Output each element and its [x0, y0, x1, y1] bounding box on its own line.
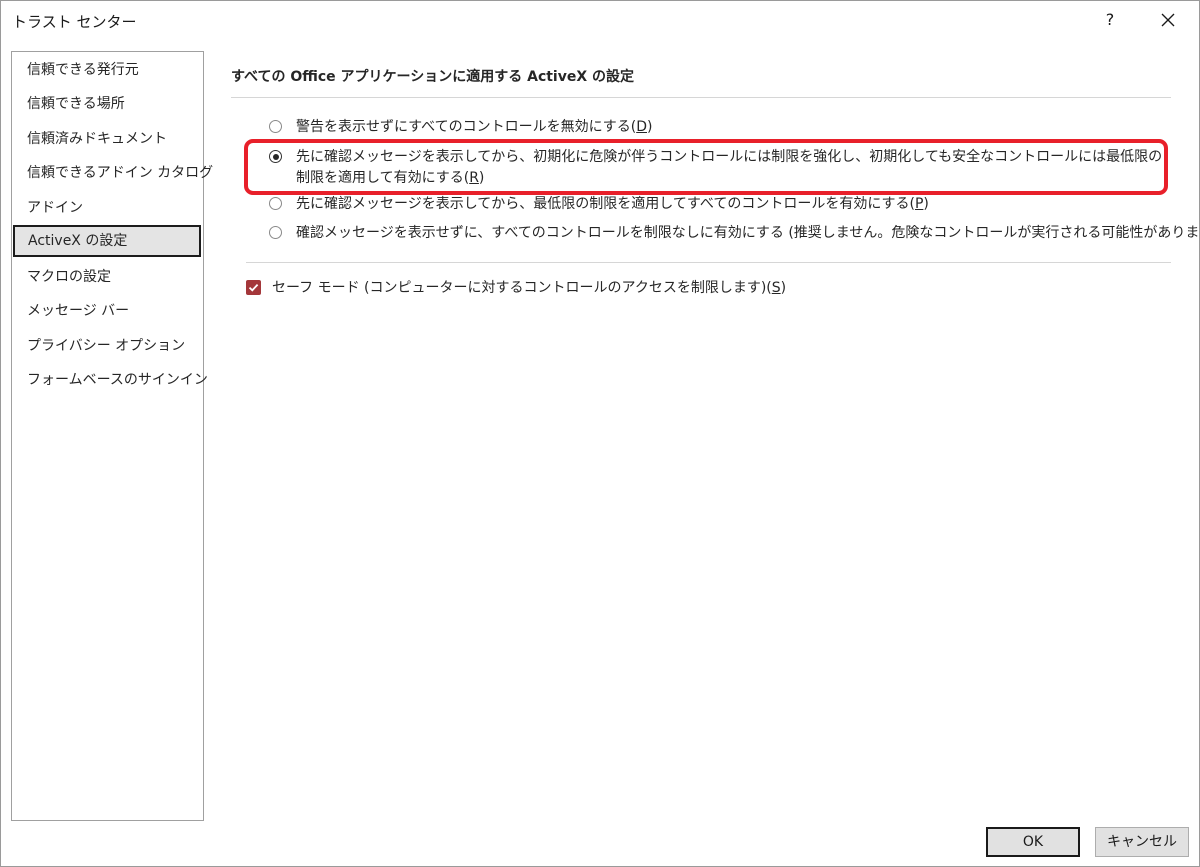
radio-button[interactable]	[269, 120, 282, 133]
safe-mode-label: セーフ モード (コンピューターに対するコントロールのアクセスを制限します)(S…	[272, 280, 787, 296]
sidebar-item-macro-settings[interactable]: マクロの設定	[12, 261, 203, 293]
sidebar-item-form-based-signin[interactable]: フォームベースのサインイン	[12, 364, 208, 396]
radio-button-selected[interactable]	[269, 150, 282, 163]
close-button[interactable]	[1153, 5, 1183, 35]
close-icon	[1161, 13, 1175, 27]
section-divider	[231, 97, 1171, 98]
option-label: 警告を表示せずにすべてのコントロールを無効にする(D)	[296, 119, 653, 135]
option-label: 先に確認メッセージを表示してから、最低限の制限を適用してすべてのコントロールを有…	[296, 196, 929, 212]
category-sidebar: 信頼できる発行元 信頼できる場所 信頼済みドキュメント 信頼できるアドイン カタ…	[11, 51, 213, 821]
sidebar-item-activex-settings[interactable]: ActiveX の設定	[13, 225, 201, 257]
sidebar-item-trusted-publishers[interactable]: 信頼できる発行元	[12, 54, 203, 86]
option-label: 先に確認メッセージを表示してから、初期化に危険が伴うコントロールには制限を強化し…	[296, 149, 1163, 186]
options-divider	[246, 262, 1171, 263]
window-title: トラスト センター	[12, 13, 137, 31]
section-title: すべての Office アプリケーションに適用する ActiveX の設定	[231, 69, 635, 85]
cancel-button[interactable]: キャンセル	[1095, 827, 1189, 857]
sidebar-item-addins[interactable]: アドイン	[12, 192, 203, 224]
checkmark-icon	[248, 283, 259, 292]
radio-button[interactable]	[269, 197, 282, 210]
sidebar-item-message-bar[interactable]: メッセージ バー	[12, 295, 203, 327]
help-button[interactable]: ?	[1097, 7, 1123, 33]
sidebar-item-trusted-addin-catalogs[interactable]: 信頼できるアドイン カタログ	[12, 157, 213, 189]
sidebar-item-trusted-documents[interactable]: 信頼済みドキュメント	[12, 123, 203, 155]
trust-center-dialog: トラスト センター ? 信頼できる発行元 信頼できる場所 信頼済みドキュメント …	[0, 0, 1200, 867]
sidebar-item-trusted-locations[interactable]: 信頼できる場所	[12, 88, 203, 120]
radio-button[interactable]	[269, 226, 282, 239]
ok-button[interactable]: OK	[986, 827, 1080, 857]
sidebar-item-privacy-options[interactable]: プライバシー オプション	[12, 330, 203, 362]
title-bar: トラスト センター ?	[1, 1, 1199, 41]
option-label: 確認メッセージを表示せずに、すべてのコントロールを制限なしに有効にする (推奨し…	[296, 225, 1200, 241]
safe-mode-checkbox[interactable]	[246, 280, 261, 295]
